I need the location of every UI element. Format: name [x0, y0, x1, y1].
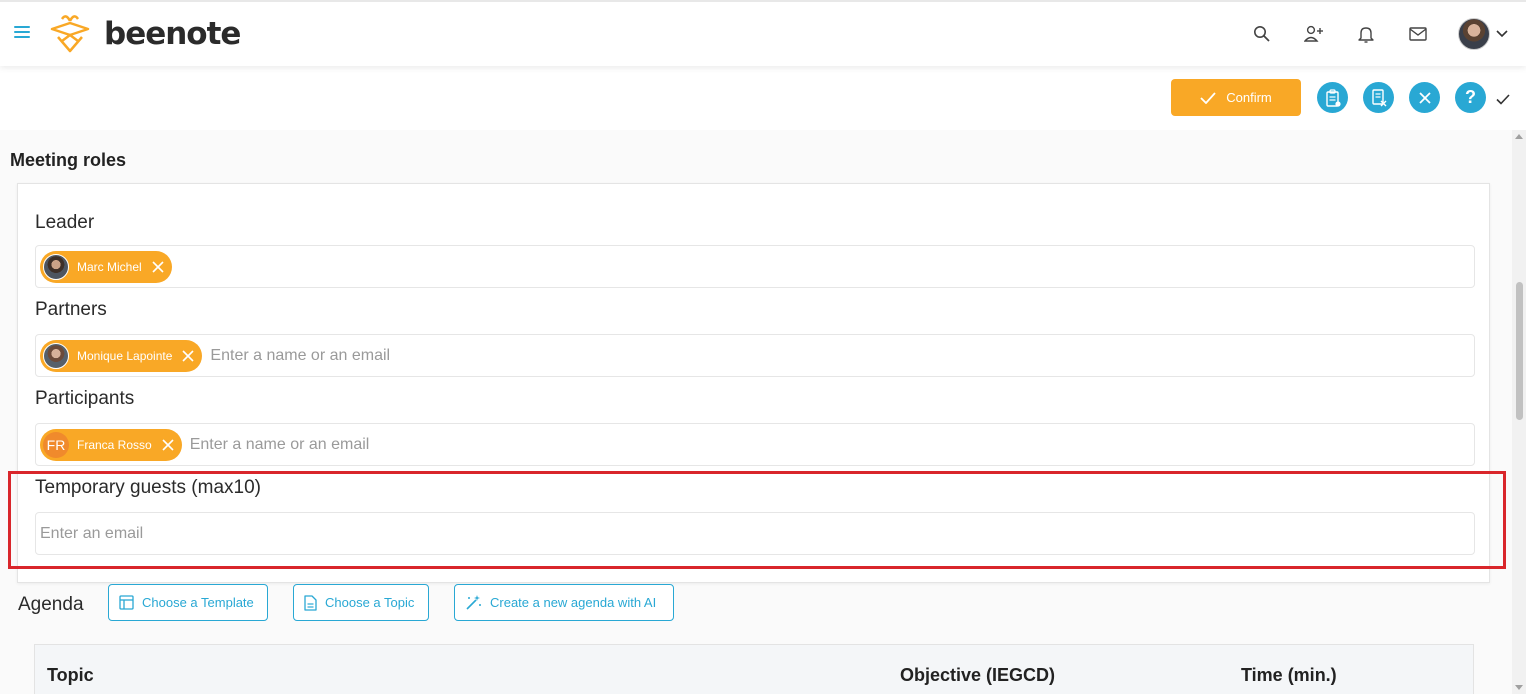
choose-template-label: Choose a Template — [142, 595, 254, 610]
choose-template-button[interactable]: Choose a Template — [108, 584, 268, 621]
agenda-table-header: Topic Objective (IEGCD) Time (min.) — [34, 644, 1474, 694]
search-icon[interactable] — [1236, 14, 1288, 54]
column-topic: Topic — [47, 665, 94, 685]
confirm-button[interactable]: Confirm — [1171, 79, 1301, 116]
cancel-document-button[interactable] — [1363, 82, 1394, 113]
create-agenda-ai-button[interactable]: Create a new agenda with AI — [454, 584, 674, 621]
avatar — [43, 342, 69, 369]
leader-label: Leader — [35, 212, 95, 233]
partners-input[interactable] — [210, 346, 811, 365]
choose-topic-label: Choose a Topic — [325, 595, 415, 610]
check-icon — [1200, 91, 1216, 104]
meeting-roles-card: Leader Marc Michel Partners Monique Lapo… — [17, 183, 1490, 583]
top-navbar: beenote — [0, 0, 1526, 66]
participants-input[interactable] — [189, 435, 790, 454]
participant-chip[interactable]: FR Franca Rosso — [40, 428, 182, 461]
chip-name: Franca Rosso — [77, 437, 152, 452]
close-button[interactable] — [1409, 82, 1440, 113]
partner-chip[interactable]: Monique Lapointe — [40, 339, 203, 372]
menu-icon[interactable] — [14, 26, 30, 40]
partners-label: Partners — [35, 299, 107, 320]
avatar — [43, 253, 69, 280]
scroll-thumb[interactable] — [1516, 282, 1523, 420]
action-bar: Confirm ? — [0, 66, 1526, 130]
remove-chip-icon[interactable] — [162, 438, 174, 451]
help-icon: ? — [1465, 87, 1476, 107]
chip-name: Monique Lapointe — [77, 348, 173, 363]
avatar-initials: FR — [43, 431, 69, 458]
main-content: Meeting roles Leader Marc Michel Partner… — [0, 130, 1512, 694]
partners-field[interactable]: Monique Lapointe — [35, 334, 1475, 377]
help-button[interactable]: ? — [1455, 82, 1486, 113]
remove-chip-icon[interactable] — [182, 349, 194, 362]
vertical-scrollbar[interactable] — [1512, 130, 1526, 694]
guests-field[interactable] — [35, 512, 1475, 555]
close-icon — [1418, 91, 1431, 104]
document-icon — [304, 594, 317, 611]
confirm-label: Confirm — [1226, 90, 1272, 105]
guests-label: Temporary guests (max10) — [35, 477, 261, 498]
participants-field[interactable]: FR Franca Rosso — [35, 423, 1475, 466]
template-icon — [119, 595, 134, 610]
document-x-icon — [1371, 88, 1386, 106]
clipboard-icon — [1325, 88, 1341, 107]
remove-chip-icon[interactable] — [152, 260, 164, 273]
leader-chip[interactable]: Marc Michel — [40, 250, 172, 283]
bee-logo-icon — [50, 15, 90, 53]
logo[interactable]: beenote — [48, 12, 241, 56]
check-icon[interactable] — [1496, 92, 1510, 110]
column-time: Time (min.) — [1241, 665, 1337, 685]
mail-icon[interactable] — [1392, 14, 1444, 54]
chevron-down-icon[interactable] — [1496, 25, 1508, 43]
participants-label: Participants — [35, 388, 135, 409]
guests-email-input[interactable] — [40, 524, 640, 543]
chip-name: Marc Michel — [77, 259, 142, 274]
leader-field[interactable]: Marc Michel — [35, 245, 1475, 288]
logo-text: beenote — [104, 16, 241, 52]
magic-wand-icon — [466, 595, 481, 610]
scroll-down-icon[interactable] — [1515, 685, 1523, 690]
column-objective: Objective (IEGCD) — [900, 665, 1056, 685]
clipboard-settings-button[interactable] — [1317, 82, 1348, 113]
section-title: Meeting roles — [10, 150, 127, 170]
avatar[interactable] — [1458, 18, 1490, 50]
create-agenda-ai-label: Create a new agenda with AI — [490, 595, 657, 610]
agenda-toolbar: Agenda Choose a Template Choose a Topic … — [0, 584, 1512, 624]
agenda-title: Agenda — [18, 594, 84, 615]
scroll-up-icon[interactable] — [1515, 134, 1523, 139]
choose-topic-button[interactable]: Choose a Topic — [293, 584, 429, 621]
bell-icon[interactable] — [1340, 14, 1392, 54]
add-user-icon[interactable] — [1288, 14, 1340, 54]
